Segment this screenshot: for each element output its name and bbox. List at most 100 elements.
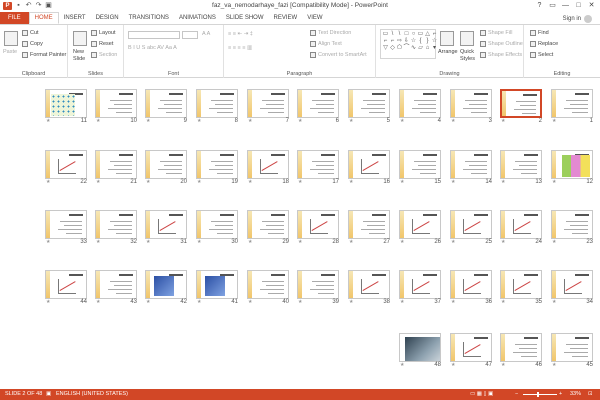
slide-thumbnail[interactable]: ★ 1 [551, 89, 593, 124]
slide-thumbnail[interactable]: ★ 5 [348, 89, 390, 124]
slide-thumbnail[interactable]: ★ 14 [450, 150, 492, 185]
tab-insert[interactable]: INSERT [59, 12, 91, 24]
slide-thumbnail[interactable]: ★ 45 [551, 333, 593, 368]
slide-thumbnail[interactable]: ★ 26 [399, 210, 441, 245]
slide-thumbnail[interactable]: ★ 33 [45, 210, 87, 245]
zoom-slider[interactable] [523, 394, 557, 395]
help-button[interactable]: ? [533, 0, 546, 11]
slide-thumbnail[interactable]: ★ 10 [95, 89, 137, 124]
slide-thumbnail[interactable]: ★ 19 [196, 150, 238, 185]
quick-styles-button[interactable]: Quick [460, 49, 474, 55]
shapes-gallery[interactable]: ▭ \ \ □ ○ ▭ △ ⌐ ⌐ ⌐ ⇨ ⇩ ☆{} ☆ ▽ ◇ ⬠ ⌒ ∿ ▱ ⌂ ▾ [380, 29, 437, 59]
slide-thumbnail[interactable]: ★ 18 [247, 150, 289, 185]
slide-thumbnail[interactable]: ★ 3 [450, 89, 492, 124]
font-style-buttons[interactable]: B I U S abc AV Aa A [128, 45, 177, 51]
slide-thumbnail[interactable]: ★ 46 [500, 333, 542, 368]
list-buttons[interactable]: ≡ ≡ ⇤ ⇥ ‡ [228, 31, 253, 37]
slide-thumbnail[interactable]: ★ 11 [45, 89, 87, 124]
shape-fill-button[interactable]: Shape Fill [480, 30, 512, 36]
convert-smartart-button[interactable]: Convert to SmartArt [310, 52, 367, 58]
slide-thumbnail[interactable]: ★ 39 [297, 270, 339, 305]
quick-styles-button-line2[interactable]: Styles [460, 56, 475, 62]
spelling-icon[interactable]: ▣ [46, 391, 51, 397]
zoom-in-button[interactable]: + [559, 391, 562, 397]
slide-thumbnail[interactable]: ★ 22 [45, 150, 87, 185]
slide-thumbnail[interactable]: ★ 32 [95, 210, 137, 245]
new-slide-button[interactable]: New [73, 49, 84, 55]
slide-thumbnail[interactable]: ★ 42 [145, 270, 187, 305]
tab-slide-show[interactable]: SLIDE SHOW [221, 12, 269, 24]
slide-thumbnail[interactable]: ★ 27 [348, 210, 390, 245]
copy-button[interactable]: Copy [22, 41, 43, 47]
slide-thumbnail[interactable]: ★ 4 [399, 89, 441, 124]
slide-thumbnail[interactable]: ★ 12 [551, 150, 593, 185]
font-name-field[interactable] [128, 31, 180, 39]
shape-effects-button[interactable]: Shape Effects [480, 52, 522, 58]
close-button[interactable]: ✕ [585, 0, 598, 11]
slide-thumbnail[interactable]: ★ 15 [399, 150, 441, 185]
find-button[interactable]: Find [530, 30, 549, 36]
slide-thumbnail[interactable]: ★ 13 [500, 150, 542, 185]
tab-animations[interactable]: ANIMATIONS [174, 12, 221, 24]
slide-thumbnail[interactable]: ★ 43 [95, 270, 137, 305]
slide-thumbnail[interactable]: ★ 36 [450, 270, 492, 305]
tab-transitions[interactable]: TRANSITIONS [124, 12, 174, 24]
slide-thumbnail[interactable]: ★ 9 [145, 89, 187, 124]
replace-button[interactable]: Replace [530, 41, 558, 47]
grow-font-button[interactable]: A A [202, 31, 210, 37]
slide-thumbnail[interactable]: ★ 28 [297, 210, 339, 245]
view-buttons[interactable]: ▭ ▦ ▯ ▣ [470, 391, 493, 397]
tab-home[interactable]: HOME [28, 12, 59, 24]
paste-button[interactable]: Paste [3, 49, 17, 55]
slide-thumbnail[interactable]: ★ 40 [247, 270, 289, 305]
slide-thumbnail[interactable]: ★ 48 [399, 333, 441, 368]
slide-thumbnail[interactable]: ★ 24 [500, 210, 542, 245]
reset-button[interactable]: Reset [91, 41, 113, 47]
cut-button[interactable]: Cut [22, 30, 39, 36]
shape-outline-button[interactable]: Shape Outline [480, 41, 523, 47]
slide-thumbnail[interactable]: ★ 25 [450, 210, 492, 245]
slide-thumbnail[interactable]: ★ 6 [297, 89, 339, 124]
minimize-button[interactable]: — [559, 0, 572, 11]
slide-thumbnail[interactable]: ★ 23 [551, 210, 593, 245]
font-size-field[interactable] [182, 31, 198, 39]
slide-thumbnail[interactable]: ★ 34 [551, 270, 593, 305]
slide-thumbnail[interactable]: ★ 7 [247, 89, 289, 124]
slide-thumbnail[interactable]: ★ 37 [399, 270, 441, 305]
zoom-level[interactable]: 33% [570, 391, 581, 397]
tab-review[interactable]: REVIEW [269, 12, 303, 24]
slide-thumbnail[interactable]: ★ 8 [196, 89, 238, 124]
tab-design[interactable]: DESIGN [91, 12, 124, 24]
select-button[interactable]: Select [530, 52, 553, 58]
ribbon-display-button[interactable]: ▭ [546, 0, 559, 11]
slide-thumbnail[interactable]: ★ 41 [196, 270, 238, 305]
align-text-button[interactable]: Align Text [310, 41, 342, 47]
slide-thumbnail[interactable]: ★ 30 [196, 210, 238, 245]
slide-thumbnail[interactable]: ★ 38 [348, 270, 390, 305]
sign-in[interactable]: Sign in [563, 15, 592, 23]
slide-thumbnail[interactable]: ★ 47 [450, 333, 492, 368]
language-indicator[interactable]: ENGLISH (UNITED STATES) [56, 391, 128, 397]
section-button[interactable]: Section [91, 52, 117, 58]
slide-thumbnail[interactable]: ★ 21 [95, 150, 137, 185]
slide-thumbnail[interactable]: ★ 29 [247, 210, 289, 245]
zoom-out-button[interactable]: − [515, 391, 518, 397]
slide-thumbnail[interactable]: ★ 31 [145, 210, 187, 245]
tab-file[interactable]: FILE [0, 12, 29, 24]
format-painter-button[interactable]: Format Painter [22, 52, 66, 58]
slide-thumbnail[interactable]: ★ 20 [145, 150, 187, 185]
slide-thumbnail[interactable]: ★ 17 [297, 150, 339, 185]
slide-thumbnail[interactable]: ★ 44 [45, 270, 87, 305]
text-direction-button[interactable]: Text Direction [310, 30, 351, 36]
zoom-slider-thumb[interactable] [537, 392, 539, 397]
tab-view[interactable]: VIEW [302, 12, 327, 24]
align-buttons[interactable]: ≡ ≡ ≡ ≡ ▥ [228, 45, 252, 51]
maximize-button[interactable]: □ [572, 0, 585, 11]
slide-thumbnail[interactable]: ★ 35 [500, 270, 542, 305]
slide-thumbnail[interactable]: ★ 16 [348, 150, 390, 185]
arrange-button[interactable]: Arrange [438, 49, 458, 55]
slide-thumbnail[interactable]: ★ 2 [500, 89, 542, 124]
layout-button[interactable]: Layout [91, 30, 116, 36]
fit-to-window-icon[interactable]: ⊡ [588, 391, 593, 397]
new-slide-button-line2[interactable]: Slide [73, 56, 85, 62]
